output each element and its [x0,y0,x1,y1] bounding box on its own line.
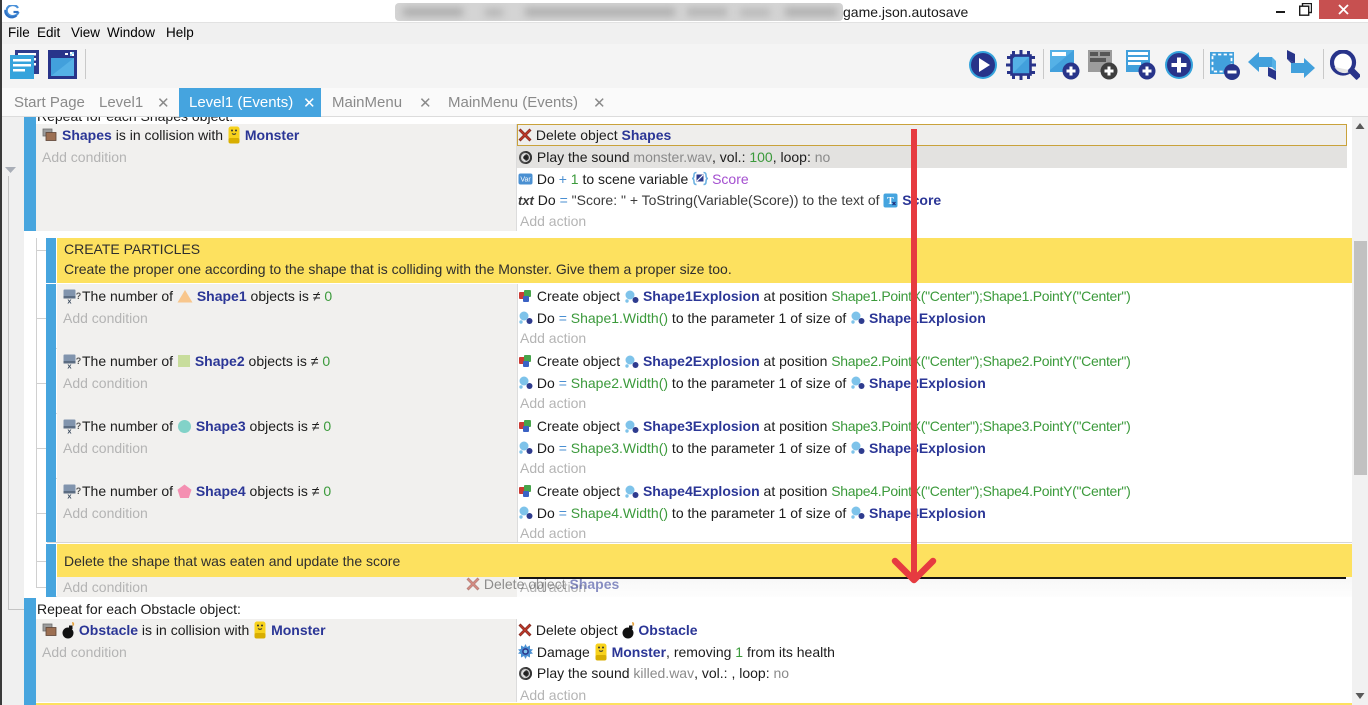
svg-text:?: ? [76,291,82,301]
svg-text:Var: Var [520,176,531,183]
svg-text:?: ? [76,421,82,431]
svg-text:?: ? [76,486,82,496]
svg-text:T: T [888,196,895,207]
svg-text:?: ? [76,356,82,366]
